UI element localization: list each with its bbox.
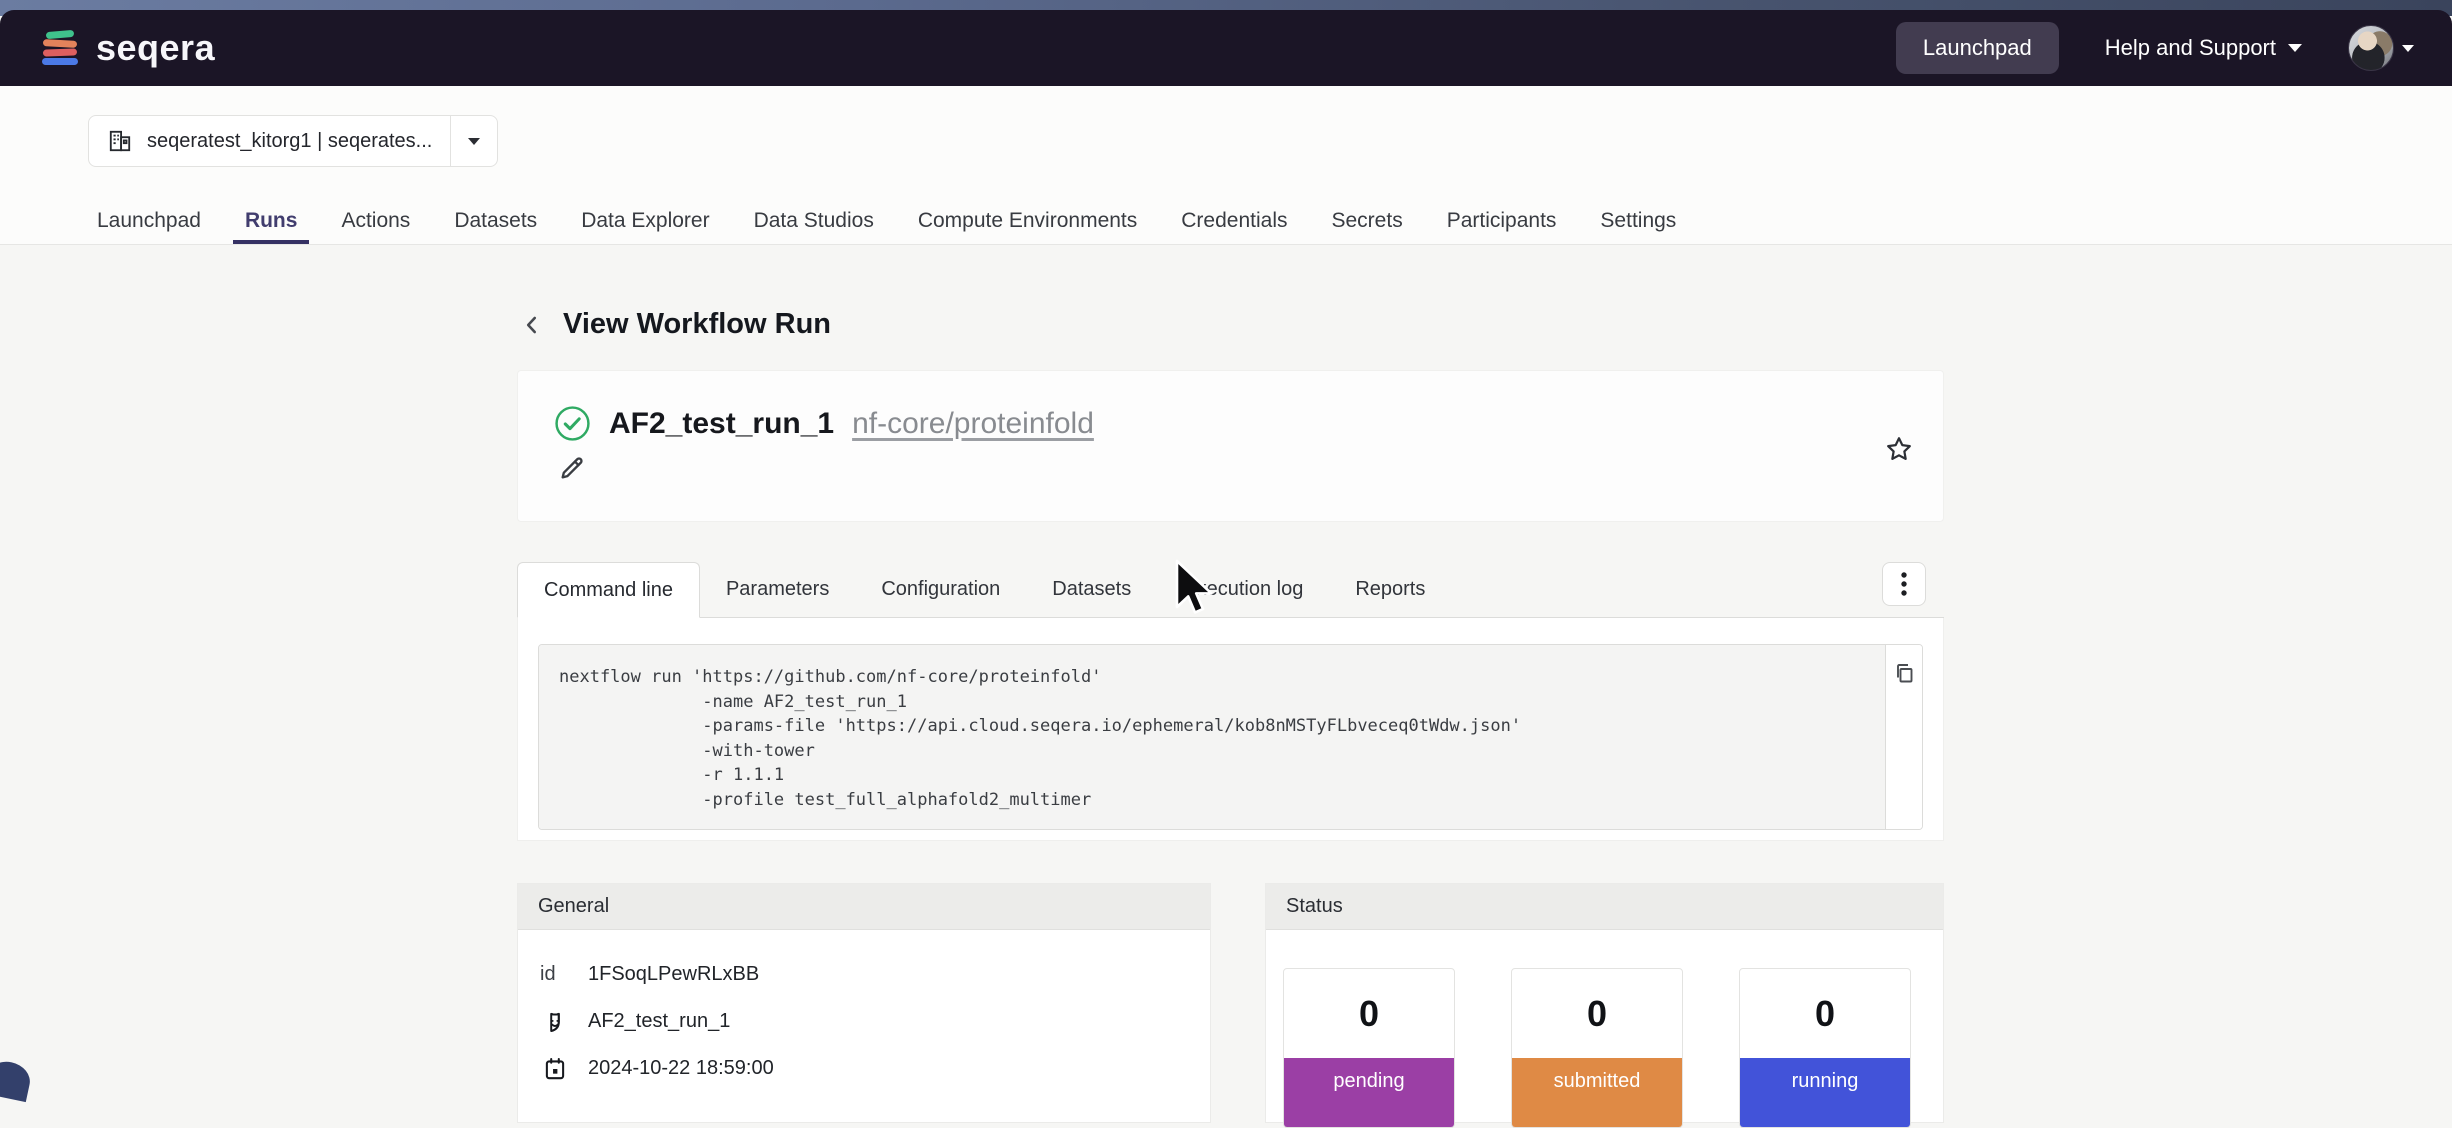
id-label: id	[540, 963, 570, 986]
pipeline-link[interactable]: nf-core/proteinfold	[852, 407, 1094, 441]
kebab-menu-icon	[1892, 570, 1916, 598]
status-panel: Status 0 pending 0 submitted 0 running	[1265, 883, 1944, 1123]
status-panel-title: Status	[1266, 884, 1943, 930]
run-detail-tabs: Command line Parameters Configuration Da…	[517, 562, 1944, 618]
submitted-label: submitted	[1512, 1058, 1682, 1127]
tab-compute-environments[interactable]: Compute Environments	[918, 198, 1137, 244]
tab-settings[interactable]: Settings	[1600, 198, 1676, 244]
tab-launchpad[interactable]: Launchpad	[97, 198, 201, 244]
general-row-run-name: AF2_test_run_1	[518, 998, 1210, 1045]
tab-configuration[interactable]: Configuration	[855, 562, 1026, 617]
chevron-down-icon	[2288, 44, 2302, 52]
workspace-selector-label: seqeratest_kitorg1 | seqerates...	[147, 130, 432, 153]
command-line-section: nextflow run 'https://github.com/nf-core…	[517, 618, 1944, 841]
status-card-pending: 0 pending	[1283, 968, 1455, 1128]
dock-edge-artifact	[0, 1058, 33, 1102]
run-detail-card: Command line Parameters Configuration Da…	[517, 545, 1944, 841]
launchpad-button[interactable]: Launchpad	[1896, 22, 2059, 74]
tab-datasets[interactable]: Datasets	[454, 198, 537, 244]
workspace-tabs: Launchpad Runs Actions Datasets Data Exp…	[97, 198, 1676, 244]
tab-parameters[interactable]: Parameters	[700, 562, 855, 617]
general-panel-title: General	[518, 884, 1210, 930]
copy-icon	[1892, 661, 1916, 685]
status-card-running: 0 running	[1739, 968, 1911, 1128]
success-check-icon	[554, 405, 591, 442]
tab-data-studios[interactable]: Data Studios	[754, 198, 874, 244]
help-support-label: Help and Support	[2105, 35, 2276, 61]
tab-secrets[interactable]: Secrets	[1332, 198, 1403, 244]
run-name-value: AF2_test_run_1	[588, 1010, 730, 1033]
run-options-button[interactable]	[1882, 562, 1926, 606]
chevron-left-icon	[519, 312, 545, 338]
seqera-logo[interactable]: seqera	[38, 26, 215, 70]
calendar-icon	[540, 1056, 570, 1082]
brand-name: seqera	[96, 27, 215, 69]
tab-participants[interactable]: Participants	[1447, 198, 1557, 244]
page-title: View Workflow Run	[563, 308, 831, 341]
copy-command-button[interactable]	[1892, 661, 1916, 685]
user-menu[interactable]	[2348, 25, 2414, 71]
avatar	[2348, 25, 2394, 71]
star-run-button[interactable]	[1885, 435, 1913, 463]
tab-actions[interactable]: Actions	[341, 198, 410, 244]
run-id-value: 1FSoqLPewRLxBB	[588, 963, 759, 986]
tab-data-explorer[interactable]: Data Explorer	[581, 198, 709, 244]
pending-label: pending	[1284, 1058, 1454, 1127]
status-card-submitted: 0 submitted	[1511, 968, 1683, 1128]
help-support-menu[interactable]: Help and Support	[2105, 35, 2302, 61]
pending-count: 0	[1284, 969, 1454, 1058]
workspace-selector[interactable]: seqeratest_kitorg1 | seqerates...	[88, 115, 498, 167]
running-count: 0	[1740, 969, 1910, 1058]
code-gutter	[1885, 645, 1922, 829]
tab-execution-log[interactable]: Execution log	[1157, 562, 1329, 617]
tab-run-datasets[interactable]: Datasets	[1026, 562, 1157, 617]
general-row-id: id 1FSoqLPewRLxBB	[518, 951, 1210, 998]
organization-icon	[107, 128, 133, 154]
mask-icon	[540, 1009, 570, 1035]
back-button[interactable]	[517, 310, 547, 340]
submitted-count: 0	[1512, 969, 1682, 1058]
chevron-down-icon	[2402, 45, 2414, 52]
seqera-logo-icon	[38, 26, 82, 70]
run-name: AF2_test_run_1	[609, 407, 834, 441]
edit-run-button[interactable]	[558, 454, 588, 484]
chevron-down-icon[interactable]	[451, 138, 497, 145]
run-date-value: 2024-10-22 18:59:00	[588, 1057, 774, 1080]
tab-reports[interactable]: Reports	[1329, 562, 1451, 617]
tab-runs[interactable]: Runs	[245, 198, 298, 244]
command-line-code: nextflow run 'https://github.com/nf-core…	[539, 645, 1885, 829]
tab-command-line[interactable]: Command line	[517, 562, 700, 618]
run-summary-card: AF2_test_run_1 nf-core/proteinfold	[517, 370, 1944, 522]
general-panel: General id 1FSoqLPewRLxBB AF2_test_run_1	[517, 883, 1211, 1123]
general-row-date: 2024-10-22 18:59:00	[518, 1045, 1210, 1092]
workspace-header: seqeratest_kitorg1 | seqerates... Launch…	[0, 86, 2452, 245]
star-icon	[1885, 435, 1913, 463]
pencil-icon	[558, 454, 586, 482]
top-navbar: seqera Launchpad Help and Support	[0, 10, 2452, 86]
tab-credentials[interactable]: Credentials	[1181, 198, 1287, 244]
running-label: running	[1740, 1058, 1910, 1127]
